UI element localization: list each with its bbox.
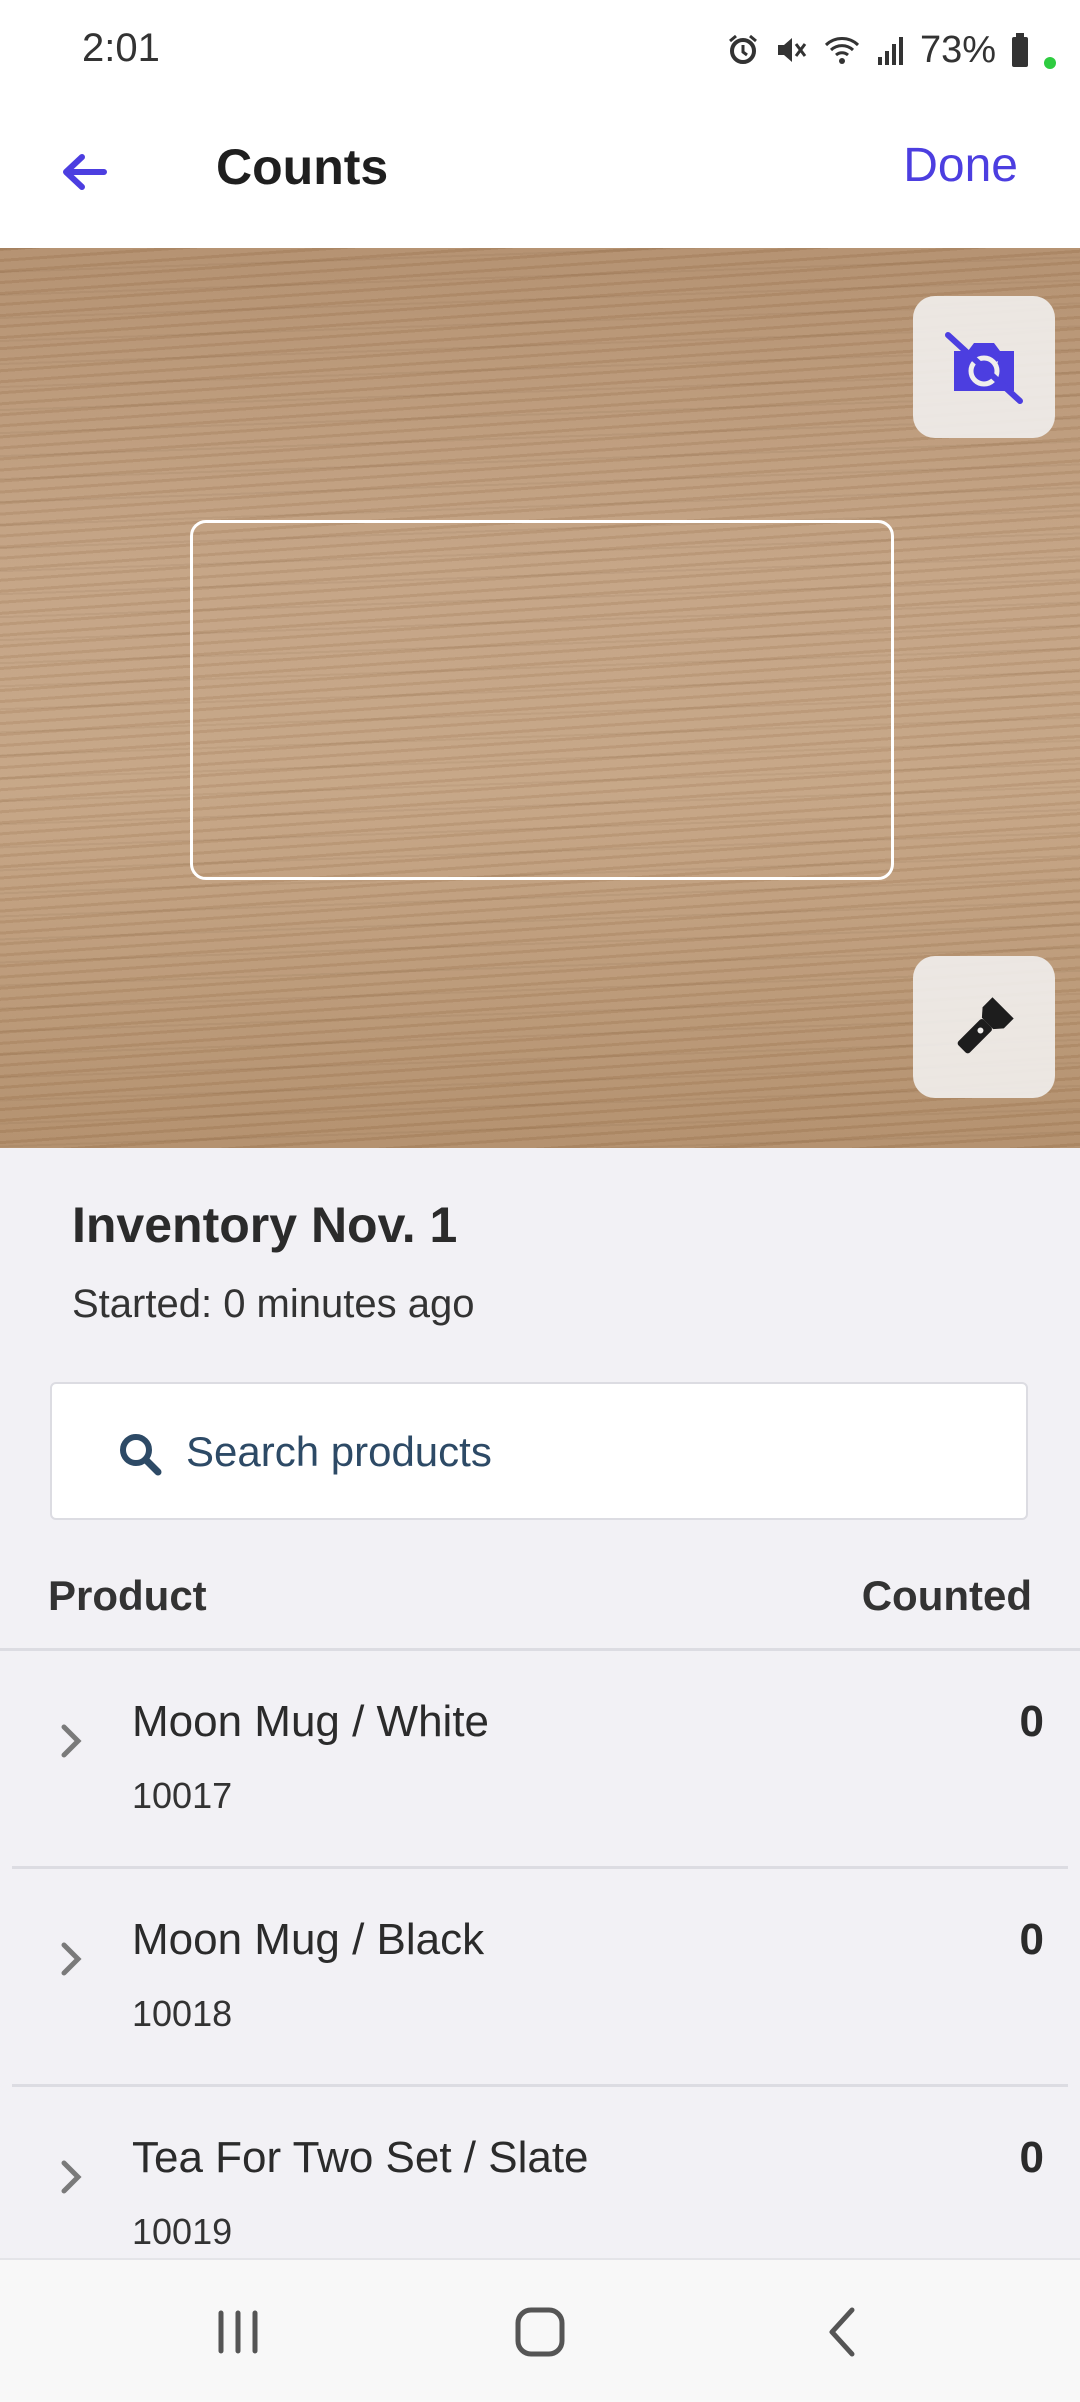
status-bar: 2:01 73% bbox=[0, 0, 1080, 100]
mute-icon bbox=[774, 33, 808, 67]
column-header-counted: Counted bbox=[861, 1572, 1032, 1619]
product-name: Moon Mug / White bbox=[132, 1697, 490, 1746]
page-title: Counts bbox=[216, 139, 389, 195]
product-sku: 10019 bbox=[132, 2211, 233, 2252]
status-time: 2:01 bbox=[82, 26, 160, 70]
wifi-icon bbox=[822, 33, 862, 67]
inventory-title: Inventory Nov. 1 bbox=[72, 1197, 458, 1253]
product-list: Moon Mug / White 10017 0 Moon Mug / Blac… bbox=[0, 1651, 1080, 2305]
product-count: 0 bbox=[1019, 2133, 1044, 2182]
product-sku: 10017 bbox=[132, 1775, 233, 1816]
chevron-right-icon[interactable] bbox=[56, 2155, 86, 2199]
system-back-button[interactable] bbox=[802, 2300, 882, 2364]
home-button[interactable] bbox=[500, 2300, 580, 2364]
search-box[interactable] bbox=[50, 1382, 1028, 1520]
battery-percent: 73% bbox=[919, 28, 996, 71]
battery-icon bbox=[1010, 32, 1030, 68]
recent-apps-button[interactable] bbox=[198, 2300, 278, 2364]
chevron-right-icon[interactable] bbox=[56, 1719, 86, 1763]
signal-icon bbox=[876, 33, 906, 67]
product-sku: 10018 bbox=[132, 1993, 233, 2034]
done-button[interactable]: Done bbox=[903, 138, 1018, 193]
chevron-right-icon[interactable] bbox=[56, 1937, 86, 1981]
system-nav-bar bbox=[0, 2258, 1080, 2402]
product-count: 0 bbox=[1019, 1915, 1044, 1964]
home-icon bbox=[515, 2307, 565, 2357]
chevron-left-icon bbox=[829, 2307, 855, 2357]
flashlight-icon bbox=[957, 997, 1014, 1054]
column-header-product: Product bbox=[48, 1572, 207, 1619]
back-arrow-icon bbox=[63, 154, 107, 190]
search-icon bbox=[120, 1434, 162, 1476]
app-header: Counts Done bbox=[0, 100, 1080, 248]
status-icons: 73% bbox=[726, 28, 1056, 72]
camera-switch-button[interactable] bbox=[913, 296, 1055, 438]
search-input[interactable] bbox=[186, 1418, 966, 1486]
list-item[interactable]: Moon Mug / Black 10018 0 bbox=[0, 1869, 1080, 2087]
product-name: Moon Mug / Black bbox=[132, 1915, 485, 1964]
alarm-icon bbox=[726, 33, 760, 67]
scan-frame bbox=[190, 520, 894, 880]
camera-viewfinder bbox=[0, 248, 1080, 1148]
inventory-started: Started: 0 minutes ago bbox=[72, 1282, 475, 1326]
back-button[interactable] bbox=[48, 136, 120, 208]
product-name: Tea For Two Set / Slate bbox=[132, 2133, 589, 2182]
charging-dot bbox=[1044, 57, 1056, 69]
product-count: 0 bbox=[1019, 1697, 1044, 1746]
flashlight-button[interactable] bbox=[913, 956, 1055, 1098]
camera-switch-off-icon bbox=[945, 332, 1023, 404]
recent-apps-icon bbox=[218, 2310, 258, 2354]
list-item[interactable]: Moon Mug / White 10017 0 bbox=[0, 1651, 1080, 1869]
